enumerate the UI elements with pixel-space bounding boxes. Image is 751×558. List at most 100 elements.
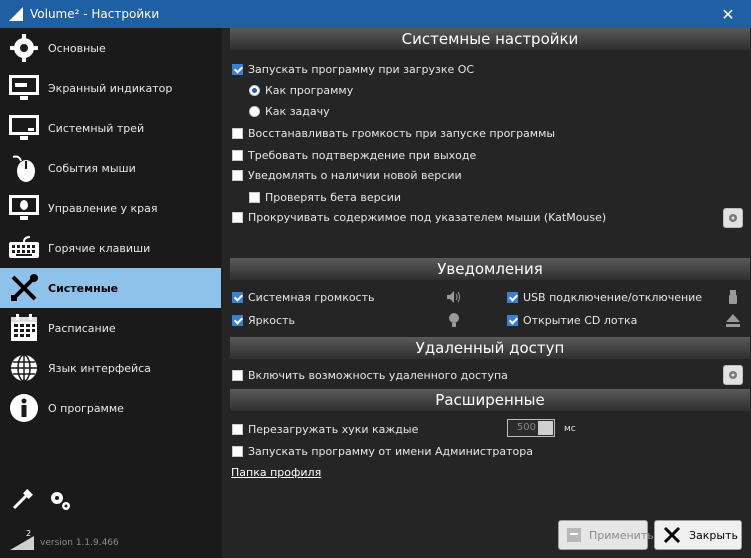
info-icon: [6, 392, 42, 424]
run-as-admin-label: Запускать программу от имени Администрат…: [248, 444, 533, 458]
cd-tray-checkbox[interactable]: [507, 314, 518, 326]
section-title-system: Системные настройки: [230, 28, 750, 50]
sidebar-item-main[interactable]: Основные: [0, 28, 221, 68]
gear-icon: [729, 371, 737, 379]
sidebar-item-label: Основные: [48, 41, 106, 55]
sidebar: Основные Экранный индикатор Системный тр…: [0, 28, 221, 558]
remote-access-checkbox[interactable]: [232, 369, 243, 381]
speaker-icon: [447, 291, 460, 303]
sidebar-item-language[interactable]: Язык интерфейса: [0, 348, 221, 388]
eject-icon: [726, 314, 740, 327]
system-volume-option[interactable]: Системная громкость: [232, 288, 375, 306]
apply-button[interactable]: Применить: [558, 520, 654, 550]
hooks-interval-input[interactable]: 500: [507, 419, 555, 437]
katmouse-settings-button[interactable]: [723, 208, 743, 228]
confirm-exit-label: Требовать подтверждение при выходе: [248, 148, 477, 162]
reload-hooks-checkbox[interactable]: [232, 423, 243, 435]
profile-folder-link[interactable]: Папка профиля: [231, 466, 321, 479]
gear-icon: [6, 32, 42, 64]
close-window-button[interactable]: ✕: [705, 0, 751, 28]
section-title-advanced: Расширенные: [230, 389, 750, 411]
sidebar-item-mouse[interactable]: События мыши: [0, 148, 221, 188]
calendar-icon: [6, 312, 42, 344]
confirm-exit-option[interactable]: Требовать подтверждение при выходе: [232, 146, 476, 164]
apply-label: Применить: [589, 528, 654, 542]
remote-access-label: Включить возможность удаленного доступа: [248, 368, 508, 382]
sidebar-item-label: Горячие клавиши: [48, 241, 151, 255]
autostart-option[interactable]: Запускать программу при загрузке ОС: [232, 60, 474, 78]
restore-volume-option[interactable]: Восстанавливать громкость при запуске пр…: [232, 124, 555, 142]
system-volume-checkbox[interactable]: [232, 291, 243, 303]
as-program-radio[interactable]: [249, 84, 260, 96]
window-title: Volume² - Настройки: [30, 7, 160, 21]
restore-volume-label: Восстанавливать громкость при запуске пр…: [248, 126, 556, 140]
keyboard-icon: [6, 232, 42, 264]
usb-checkbox[interactable]: [507, 291, 518, 303]
as-program-label: Как программу: [265, 83, 354, 97]
autostart-checkbox[interactable]: [232, 63, 243, 75]
apply-icon: [565, 524, 583, 546]
notify-update-checkbox[interactable]: [232, 169, 243, 181]
screen-edge-icon: [6, 192, 42, 224]
gear-icon: [729, 214, 737, 222]
brush-icon[interactable]: [10, 488, 34, 512]
close-label: Закрыть: [689, 528, 738, 542]
cd-tray-label: Открытие CD лотка: [523, 313, 638, 327]
beta-option[interactable]: Проверять бета версии: [249, 188, 401, 206]
system-volume-label: Системная громкость: [248, 290, 375, 304]
notify-update-label: Уведомлять о наличии новой версии: [248, 168, 462, 182]
version-label: version 1.1.9.466: [40, 538, 119, 548]
as-task-radio[interactable]: [249, 105, 260, 117]
settings-gears-icon[interactable]: [48, 488, 72, 512]
brightness-option[interactable]: Яркость: [232, 311, 295, 329]
sidebar-item-label: О программе: [48, 401, 124, 415]
reload-hooks-option[interactable]: Перезагружать хуки каждые: [232, 420, 418, 438]
katmouse-label: Прокручивать содержимое под указателем м…: [248, 210, 607, 224]
close-icon: ✕: [721, 4, 735, 24]
confirm-exit-checkbox[interactable]: [232, 149, 243, 161]
sidebar-item-label: Расписание: [48, 321, 116, 335]
sidebar-item-label: Системные: [48, 281, 119, 295]
run-as-admin-option[interactable]: Запускать программу от имени Администрат…: [232, 442, 533, 460]
sidebar-item-label: Системный трей: [48, 121, 145, 135]
sidebar-item-label: Управление у края: [48, 201, 158, 215]
as-task-label: Как задачу: [265, 104, 330, 118]
as-task-option[interactable]: Как задачу: [249, 102, 330, 120]
run-as-admin-checkbox[interactable]: [232, 445, 243, 457]
sidebar-item-system[interactable]: Системные: [0, 268, 221, 308]
remote-settings-button[interactable]: [723, 365, 743, 385]
beta-label: Проверять бета версии: [265, 190, 401, 204]
sidebar-item-tray[interactable]: Системный трей: [0, 108, 221, 148]
usb-option[interactable]: USB подключение/отключение: [507, 288, 702, 306]
section-title-notifications: Уведомления: [230, 258, 750, 280]
katmouse-checkbox[interactable]: [232, 211, 243, 223]
close-button[interactable]: Закрыть: [654, 520, 742, 550]
sidebar-item-schedule[interactable]: Расписание: [0, 308, 221, 348]
notify-update-option[interactable]: Уведомлять о наличии новой версии: [232, 166, 462, 184]
usb-icon: [729, 290, 737, 304]
restore-volume-checkbox[interactable]: [232, 127, 243, 139]
lightbulb-icon: [449, 313, 459, 327]
brightness-label: Яркость: [248, 313, 295, 327]
sidebar-item-label: События мыши: [48, 161, 136, 175]
spinner-icon[interactable]: [538, 421, 553, 435]
sidebar-item-osd[interactable]: Экранный индикатор: [0, 68, 221, 108]
title-bar: Volume² - Настройки ✕: [0, 0, 751, 28]
monitor-indicator-icon: [6, 72, 42, 104]
usb-label: USB подключение/отключение: [523, 290, 703, 304]
monitor-tray-icon: [6, 112, 42, 144]
as-program-option[interactable]: Как программу: [249, 81, 353, 99]
brightness-checkbox[interactable]: [232, 314, 243, 326]
hooks-interval-value: 500: [516, 422, 536, 433]
sidebar-item-screen-edge[interactable]: Управление у края: [0, 188, 221, 228]
sidebar-item-about[interactable]: О программе: [0, 388, 221, 428]
sidebar-item-hotkeys[interactable]: Горячие клавиши: [0, 228, 221, 268]
globe-icon: [6, 352, 42, 384]
cd-tray-option[interactable]: Открытие CD лотка: [507, 311, 637, 329]
beta-checkbox[interactable]: [249, 191, 260, 203]
svg-text:2: 2: [26, 529, 31, 538]
hooks-unit-label: мс: [564, 424, 576, 434]
katmouse-option[interactable]: Прокручивать содержимое под указателем м…: [232, 208, 606, 226]
app-logo-icon: [9, 7, 23, 21]
remote-access-option[interactable]: Включить возможность удаленного доступа: [232, 366, 508, 384]
